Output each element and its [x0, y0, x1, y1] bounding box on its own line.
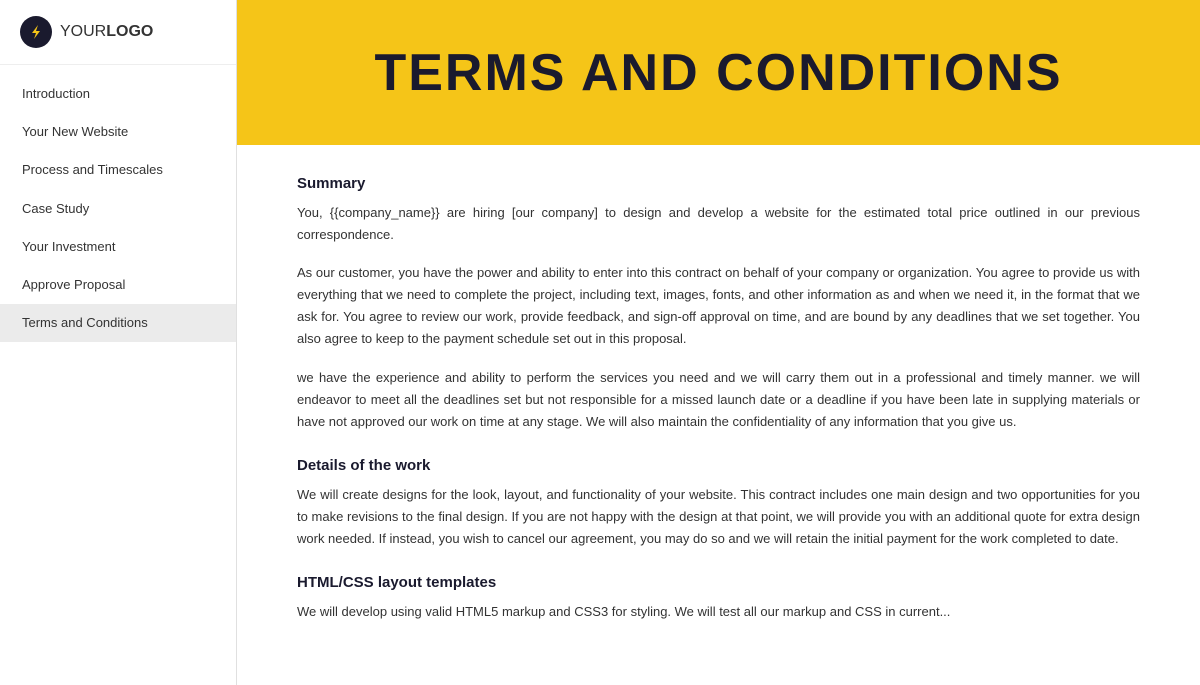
sidebar-item-case-study[interactable]: Case Study: [0, 190, 236, 228]
hero-banner: TERMS AND CONDITIONS: [237, 0, 1200, 145]
section-heading-0: Summary: [297, 175, 1140, 192]
logo-area: YOURLOGO: [0, 0, 236, 65]
sidebar-item-your-investment[interactable]: Your Investment: [0, 228, 236, 266]
section-heading-1: Details of the work: [297, 457, 1140, 474]
sidebar-item-approve-proposal[interactable]: Approve Proposal: [0, 266, 236, 304]
lightning-bolt-icon: [20, 16, 52, 48]
page-title: TERMS AND CONDITIONS: [374, 43, 1062, 103]
content-paragraph-0-1: As our customer, you have the power and …: [297, 262, 1140, 350]
logo-suffix: LOGO: [106, 23, 153, 40]
sidebar: YOURLOGO IntroductionYour New WebsitePro…: [0, 0, 237, 685]
content-paragraph-0-2: we have the experience and ability to pe…: [297, 367, 1140, 433]
main-content: TERMS AND CONDITIONS Summary You, {{compa…: [237, 0, 1200, 685]
sidebar-item-process-and-timescales[interactable]: Process and Timescales: [0, 151, 236, 189]
content-paragraph-1-0: We will create designs for the look, lay…: [297, 484, 1140, 550]
navigation-menu: IntroductionYour New WebsiteProcess and …: [0, 65, 236, 685]
content-paragraph-0-0: You, {{company_name}} are hiring [our co…: [297, 202, 1140, 246]
logo-prefix: YOUR: [60, 23, 106, 40]
section-heading-2: HTML/CSS layout templates: [297, 574, 1140, 591]
content-area: Summary You, {{company_name}} are hiring …: [237, 145, 1200, 685]
logo-text: YOURLOGO: [60, 23, 153, 41]
sidebar-item-terms-and-conditions[interactable]: Terms and Conditions: [0, 304, 236, 342]
content-paragraph-2-0: We will develop using valid HTML5 markup…: [297, 601, 1140, 623]
sidebar-item-introduction[interactable]: Introduction: [0, 75, 236, 113]
sidebar-item-your-new-website[interactable]: Your New Website: [0, 113, 236, 151]
